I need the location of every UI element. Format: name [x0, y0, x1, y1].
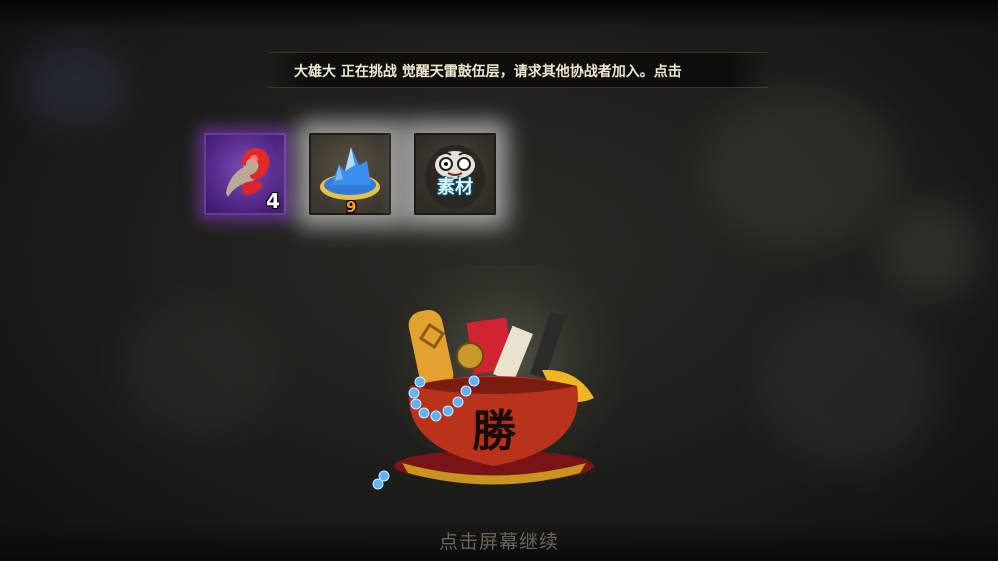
material-label: 素材 — [437, 177, 473, 198]
reward-slot-magatama[interactable]: 4 — [204, 133, 286, 215]
broadcast-banner[interactable]: 大雄大 正在挑战 觉醒天雷鼓伍层，请求其他协战者加入。点击 — [268, 52, 768, 88]
reward-count: 4 — [266, 189, 280, 213]
broadcast-message: 大雄大 正在挑战 觉醒天雷鼓伍层，请求其他协战者加入。点击 — [294, 64, 682, 80]
continue-prompt[interactable]: 点击屏幕继续 — [0, 527, 998, 554]
reward-count: 9 — [346, 198, 357, 215]
victory-bag-icon[interactable]: 勝 — [372, 298, 612, 498]
reward-slot-daruma[interactable]: 素材 — [414, 133, 496, 215]
bag-emblem: 勝 — [472, 406, 517, 457]
reward-slot-crystal[interactable]: 9 — [309, 133, 391, 215]
top-vignette — [0, 0, 998, 30]
